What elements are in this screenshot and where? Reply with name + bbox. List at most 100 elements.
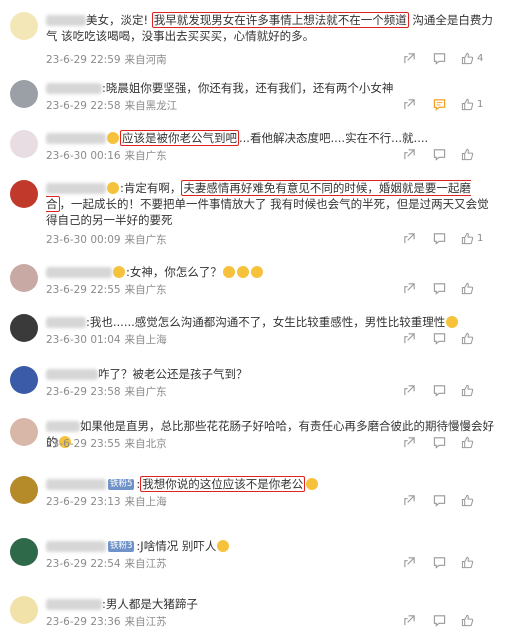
comment-text: :肯定有啊， 夫妻感情再好难免有意见不同的时候，婚姻就是要一起磨合 ，一起成长的！不…	[46, 180, 489, 227]
like-icon[interactable]: 1	[461, 98, 483, 112]
comment-icon[interactable]	[433, 332, 446, 346]
emoji-icon	[222, 266, 235, 278]
avatar[interactable]	[10, 130, 38, 158]
share-icon[interactable]	[403, 332, 416, 346]
comment-actions	[403, 436, 493, 450]
username[interactable]	[46, 317, 86, 328]
comment-icon[interactable]	[433, 494, 446, 508]
comment-icon[interactable]	[433, 148, 446, 162]
username[interactable]	[46, 267, 112, 278]
like-icon[interactable]	[461, 494, 474, 508]
highlight-box: 我想你说的这位应该不是你老公	[140, 476, 306, 492]
comment-actions	[403, 148, 493, 162]
comment-text: 铁粉5: 我想你说的这位应该不是你老公	[46, 476, 495, 492]
comment-meta: 23-6-29 23:36 来自江苏	[46, 616, 167, 628]
reply-active-icon[interactable]	[433, 98, 446, 112]
share-icon[interactable]	[403, 282, 416, 296]
avatar[interactable]	[10, 366, 38, 394]
comment-actions	[403, 282, 493, 296]
comment-meta: 23-6-29 22:59 来自河南	[46, 54, 167, 66]
share-icon[interactable]	[403, 556, 416, 570]
comment-text: :男人都是大猪蹄子	[46, 596, 495, 612]
comment-actions: 1	[403, 232, 493, 246]
avatar[interactable]	[10, 314, 38, 342]
comment-icon[interactable]	[433, 436, 446, 450]
comment-icon[interactable]	[433, 282, 446, 296]
avatar[interactable]	[10, 596, 38, 624]
comment-meta: 23-6-29 23:55 来自北京	[46, 438, 167, 450]
emoji-icon	[306, 478, 319, 490]
share-icon[interactable]	[403, 384, 416, 398]
comment-actions	[403, 494, 493, 508]
share-icon[interactable]	[403, 148, 416, 162]
comment-text: 咋了？被老公还是孩子气到？	[46, 366, 495, 382]
emoji-icon	[236, 266, 249, 278]
like-icon[interactable]	[461, 436, 474, 450]
avatar[interactable]	[10, 80, 38, 108]
like-count: 1	[477, 99, 484, 110]
emoji-icon	[250, 266, 263, 278]
comment-actions: 1	[403, 98, 493, 112]
share-icon[interactable]	[403, 494, 416, 508]
comment-meta: 23-6-30 01:04 来自上海	[46, 334, 167, 346]
highlight-box: 应该是被你老公气到吧	[120, 130, 239, 146]
comment-text: :晓晨姐你要坚强，你还有我，还有我们，还有两个小女神	[46, 80, 495, 96]
comment-meta: 23-6-29 23:13 来自上海	[46, 496, 167, 508]
username[interactable]	[46, 133, 106, 144]
share-icon[interactable]	[403, 436, 416, 450]
emoji-icon	[446, 316, 459, 328]
comment-meta: 23-6-29 22:55 来自广东	[46, 284, 167, 296]
comment-icon[interactable]	[433, 232, 446, 246]
avatar[interactable]	[10, 538, 38, 566]
share-icon[interactable]	[403, 98, 416, 112]
comment-actions	[403, 384, 493, 398]
comment-icon[interactable]	[433, 614, 446, 628]
like-icon[interactable]	[461, 614, 474, 628]
like-icon[interactable]	[461, 556, 474, 570]
username[interactable]	[46, 15, 86, 26]
avatar[interactable]	[10, 180, 38, 208]
like-icon[interactable]	[461, 332, 474, 346]
comment-text: 铁粉3:J啥情况 别吓人	[46, 538, 495, 554]
avatar[interactable]	[10, 264, 38, 292]
like-icon[interactable]: 4	[461, 52, 483, 66]
fan-badge: 铁粉3	[108, 541, 135, 552]
emoji-icon	[113, 266, 125, 278]
username[interactable]	[46, 479, 106, 490]
comment-icon[interactable]	[433, 52, 446, 66]
comment-text: 美女，淡定! 我早就发现男女在许多事情上想法就不在一个频道 沟通全是白费力气 该…	[46, 12, 493, 43]
username[interactable]	[46, 421, 80, 432]
username[interactable]	[46, 369, 98, 380]
like-icon[interactable]	[461, 148, 474, 162]
share-icon[interactable]	[403, 614, 416, 628]
username[interactable]	[46, 541, 106, 552]
avatar[interactable]	[10, 12, 38, 40]
comment-text: :女神，你怎么了？	[46, 264, 495, 280]
like-count: 1	[477, 233, 484, 244]
comment-actions: 4	[403, 52, 493, 66]
username[interactable]	[46, 183, 106, 194]
comment-text: :我也......感觉怎么沟通都沟通不了，女生比较重感性，男性比较重理性	[46, 314, 495, 330]
emoji-icon	[107, 182, 119, 194]
comment-actions	[403, 614, 493, 628]
like-count: 4	[477, 53, 484, 64]
comment-meta: 23-6-29 22:58 来自黑龙江	[46, 100, 178, 112]
username[interactable]	[46, 83, 102, 94]
avatar[interactable]	[10, 476, 38, 504]
comment-actions	[403, 556, 493, 570]
share-icon[interactable]	[403, 232, 416, 246]
avatar[interactable]	[10, 418, 38, 446]
fan-badge: 铁粉5	[108, 479, 135, 490]
comment-icon[interactable]	[433, 384, 446, 398]
emoji-icon	[217, 540, 230, 552]
comment-meta: 23-6-30 00:09 来自广东	[46, 234, 167, 246]
comment-icon[interactable]	[433, 556, 446, 570]
comment-actions	[403, 332, 493, 346]
like-icon[interactable]	[461, 384, 474, 398]
emoji-icon	[107, 132, 119, 144]
comment-meta: 23-6-30 00:16 来自广东	[46, 150, 167, 162]
like-icon[interactable]: 1	[461, 232, 483, 246]
share-icon[interactable]	[403, 52, 416, 66]
like-icon[interactable]	[461, 282, 474, 296]
username[interactable]	[46, 599, 102, 610]
